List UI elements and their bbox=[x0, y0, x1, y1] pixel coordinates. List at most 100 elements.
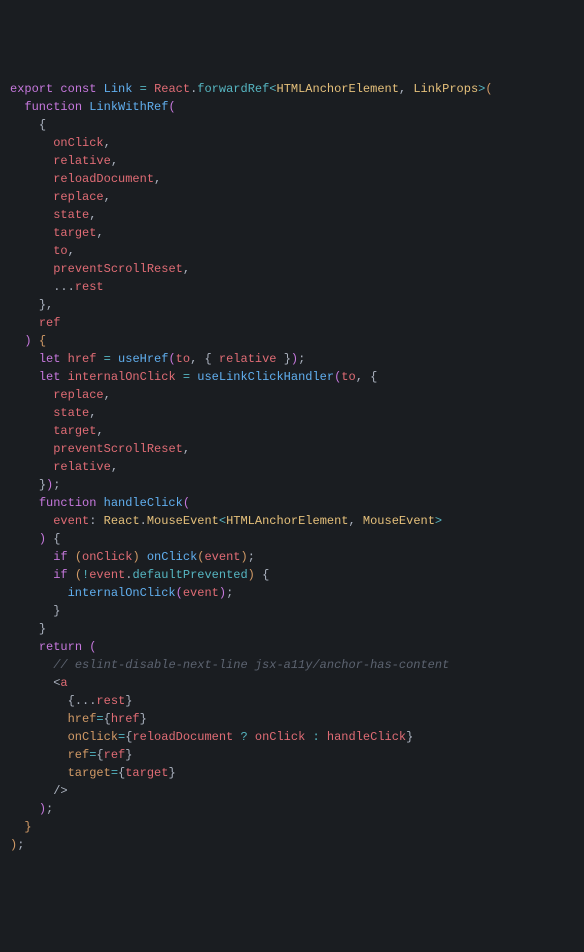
code-token: = bbox=[96, 712, 103, 726]
code-token: onClick bbox=[147, 550, 197, 564]
code-token bbox=[68, 568, 75, 582]
code-line: event: React.MouseEvent<HTMLAnchorElemen… bbox=[10, 512, 574, 530]
code-token bbox=[96, 514, 103, 528]
code-token bbox=[96, 496, 103, 510]
code-token bbox=[305, 730, 312, 744]
code-token: onClick bbox=[68, 730, 118, 744]
code-token bbox=[10, 316, 39, 330]
code-token bbox=[96, 82, 103, 96]
code-token: if bbox=[53, 550, 67, 564]
code-token: = bbox=[111, 766, 118, 780]
code-line: function handleClick( bbox=[10, 494, 574, 512]
code-token bbox=[10, 712, 68, 726]
code-line: href={href} bbox=[10, 710, 574, 728]
code-token bbox=[10, 460, 53, 474]
code-token bbox=[10, 568, 53, 582]
code-token bbox=[10, 604, 53, 618]
code-token bbox=[10, 658, 53, 672]
code-token: ) bbox=[24, 334, 31, 348]
code-token: ( bbox=[183, 496, 190, 510]
code-token bbox=[277, 352, 284, 366]
code-token: , bbox=[96, 226, 103, 240]
code-token: < bbox=[219, 514, 226, 528]
code-token: state bbox=[53, 406, 89, 420]
code-token bbox=[10, 766, 68, 780]
code-line: if (onClick) onClick(event); bbox=[10, 548, 574, 566]
code-token bbox=[10, 190, 53, 204]
code-token: ref bbox=[104, 748, 126, 762]
code-line: <a bbox=[10, 674, 574, 692]
code-token bbox=[10, 154, 53, 168]
code-token bbox=[10, 100, 24, 114]
code-line: reloadDocument, bbox=[10, 170, 574, 188]
code-line: ) { bbox=[10, 530, 574, 548]
code-token: ; bbox=[53, 478, 60, 492]
code-token bbox=[10, 730, 68, 744]
code-token bbox=[10, 298, 39, 312]
code-line: ); bbox=[10, 836, 574, 854]
code-token: replace bbox=[53, 388, 103, 402]
code-line: replace, bbox=[10, 188, 574, 206]
code-token: HTMLAnchorElement bbox=[226, 514, 348, 528]
code-token: reloadDocument bbox=[132, 730, 233, 744]
code-token bbox=[255, 568, 262, 582]
code-token bbox=[140, 550, 147, 564]
code-token: ) bbox=[132, 550, 139, 564]
code-token: > bbox=[435, 514, 442, 528]
code-token bbox=[10, 550, 53, 564]
code-token: rest bbox=[75, 280, 104, 294]
code-token bbox=[10, 694, 68, 708]
code-token bbox=[10, 622, 39, 636]
code-token: event bbox=[89, 568, 125, 582]
code-token: , bbox=[68, 244, 75, 258]
code-line: preventScrollReset, bbox=[10, 260, 574, 278]
code-token: ref bbox=[39, 316, 61, 330]
code-token: { bbox=[39, 334, 46, 348]
code-line: preventScrollReset, bbox=[10, 440, 574, 458]
code-token bbox=[320, 730, 327, 744]
code-token: { bbox=[68, 694, 75, 708]
code-token: : bbox=[313, 730, 320, 744]
code-token bbox=[96, 352, 103, 366]
code-token: const bbox=[60, 82, 96, 96]
code-token: to bbox=[176, 352, 190, 366]
code-line: onClick={reloadDocument ? onClick : hand… bbox=[10, 728, 574, 746]
code-token bbox=[111, 352, 118, 366]
code-token: = bbox=[140, 82, 147, 96]
code-token bbox=[10, 586, 68, 600]
code-token: , bbox=[111, 460, 118, 474]
code-token: { bbox=[262, 568, 269, 582]
code-token: ) bbox=[248, 568, 255, 582]
code-line: state, bbox=[10, 206, 574, 224]
code-token bbox=[10, 424, 53, 438]
code-token bbox=[10, 388, 53, 402]
code-token: event bbox=[204, 550, 240, 564]
code-token bbox=[132, 82, 139, 96]
code-line: if (!event.defaultPrevented) { bbox=[10, 566, 574, 584]
code-token: ? bbox=[240, 730, 247, 744]
code-token: Link bbox=[104, 82, 133, 96]
code-token: handleClick bbox=[327, 730, 406, 744]
code-line: return ( bbox=[10, 638, 574, 656]
code-token: { bbox=[104, 712, 111, 726]
code-token: relative bbox=[53, 154, 111, 168]
code-token bbox=[10, 478, 39, 492]
code-line: /> bbox=[10, 782, 574, 800]
code-line: state, bbox=[10, 404, 574, 422]
code-token: to bbox=[53, 244, 67, 258]
code-token: ref bbox=[68, 748, 90, 762]
code-token: , bbox=[96, 424, 103, 438]
code-token: internalOnClick bbox=[68, 370, 176, 384]
code-token: useLinkClickHandler bbox=[197, 370, 334, 384]
code-token: ( bbox=[75, 568, 82, 582]
code-line: target, bbox=[10, 224, 574, 242]
code-token: handleClick bbox=[104, 496, 183, 510]
code-token: < bbox=[269, 82, 276, 96]
code-token: return bbox=[39, 640, 82, 654]
code-token: { bbox=[204, 352, 211, 366]
code-token: . bbox=[140, 514, 147, 528]
code-token: let bbox=[39, 352, 61, 366]
code-token: if bbox=[53, 568, 67, 582]
code-token: rest bbox=[96, 694, 125, 708]
code-line: relative, bbox=[10, 152, 574, 170]
